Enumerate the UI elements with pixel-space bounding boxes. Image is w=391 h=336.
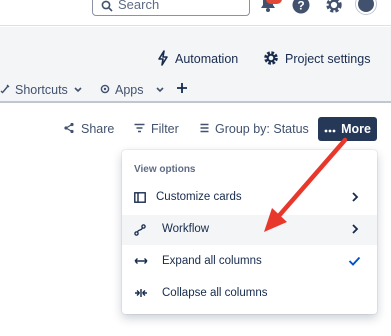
group-by-label: Group by: Status xyxy=(215,122,309,136)
menu-item-label: Collapse all columns xyxy=(162,287,268,299)
automation-button[interactable]: Automation xyxy=(157,49,238,69)
menu-heading: View options xyxy=(134,164,196,175)
project-settings-label: Project settings xyxy=(285,52,371,66)
chevron-right-icon xyxy=(351,224,359,237)
group-by-button[interactable]: Group by: Status xyxy=(200,117,309,141)
apps-label: Apps xyxy=(115,83,144,97)
menu-item-label: Workflow xyxy=(162,223,210,235)
menu-item-expand-all-columns[interactable]: Expand all columns xyxy=(122,247,377,277)
top-nav-bar: Search ? xyxy=(0,0,391,26)
expand-icon xyxy=(134,256,148,269)
menu-item-label: Expand all columns xyxy=(162,255,262,267)
menu-item-label: Customize cards xyxy=(156,191,242,203)
menu-item-collapse-all-columns[interactable]: Collapse all columns xyxy=(122,279,377,309)
apps-icon xyxy=(100,83,110,97)
lightning-icon xyxy=(157,49,169,69)
share-icon xyxy=(63,122,75,137)
link-icon xyxy=(0,83,10,98)
more-button[interactable]: More xyxy=(318,117,377,141)
workflow-icon xyxy=(134,224,146,239)
settings-icon[interactable] xyxy=(325,0,343,19)
shortcuts-label: Shortcuts xyxy=(15,83,68,97)
more-label: More xyxy=(341,122,371,136)
notification-count-badge xyxy=(266,0,282,4)
group-icon xyxy=(200,122,209,136)
gear-icon xyxy=(263,50,279,69)
chevron-down-icon xyxy=(155,83,165,97)
more-dropdown-menu: View options Customize cards Workflow Ex… xyxy=(122,150,377,314)
filter-button[interactable]: Filter xyxy=(134,117,179,141)
share-button[interactable]: Share xyxy=(63,117,114,141)
svg-text:?: ? xyxy=(297,0,304,13)
share-label: Share xyxy=(81,122,115,136)
chevron-down-icon xyxy=(73,83,83,97)
cards-icon xyxy=(134,192,146,206)
automation-label: Automation xyxy=(175,52,239,66)
apps-menu[interactable]: Apps xyxy=(100,81,165,99)
chevron-right-icon xyxy=(351,192,359,205)
shortcuts-menu[interactable]: Shortcuts xyxy=(0,81,83,99)
help-icon[interactable]: ? xyxy=(292,0,310,19)
filter-label: Filter xyxy=(151,122,179,136)
menu-item-customize-cards[interactable]: Customize cards xyxy=(122,183,377,213)
project-settings-button[interactable]: Project settings xyxy=(263,49,370,69)
menu-item-workflow[interactable]: Workflow xyxy=(122,215,377,245)
search-placeholder: Search xyxy=(118,0,160,12)
filter-icon xyxy=(134,122,145,136)
collapse-icon xyxy=(134,288,148,301)
add-icon[interactable] xyxy=(176,81,188,99)
search-icon xyxy=(101,0,113,17)
checkmark-icon xyxy=(348,256,361,269)
search-input[interactable]: Search xyxy=(92,0,250,16)
ellipsis-icon xyxy=(324,122,336,136)
avatar[interactable] xyxy=(356,0,376,14)
